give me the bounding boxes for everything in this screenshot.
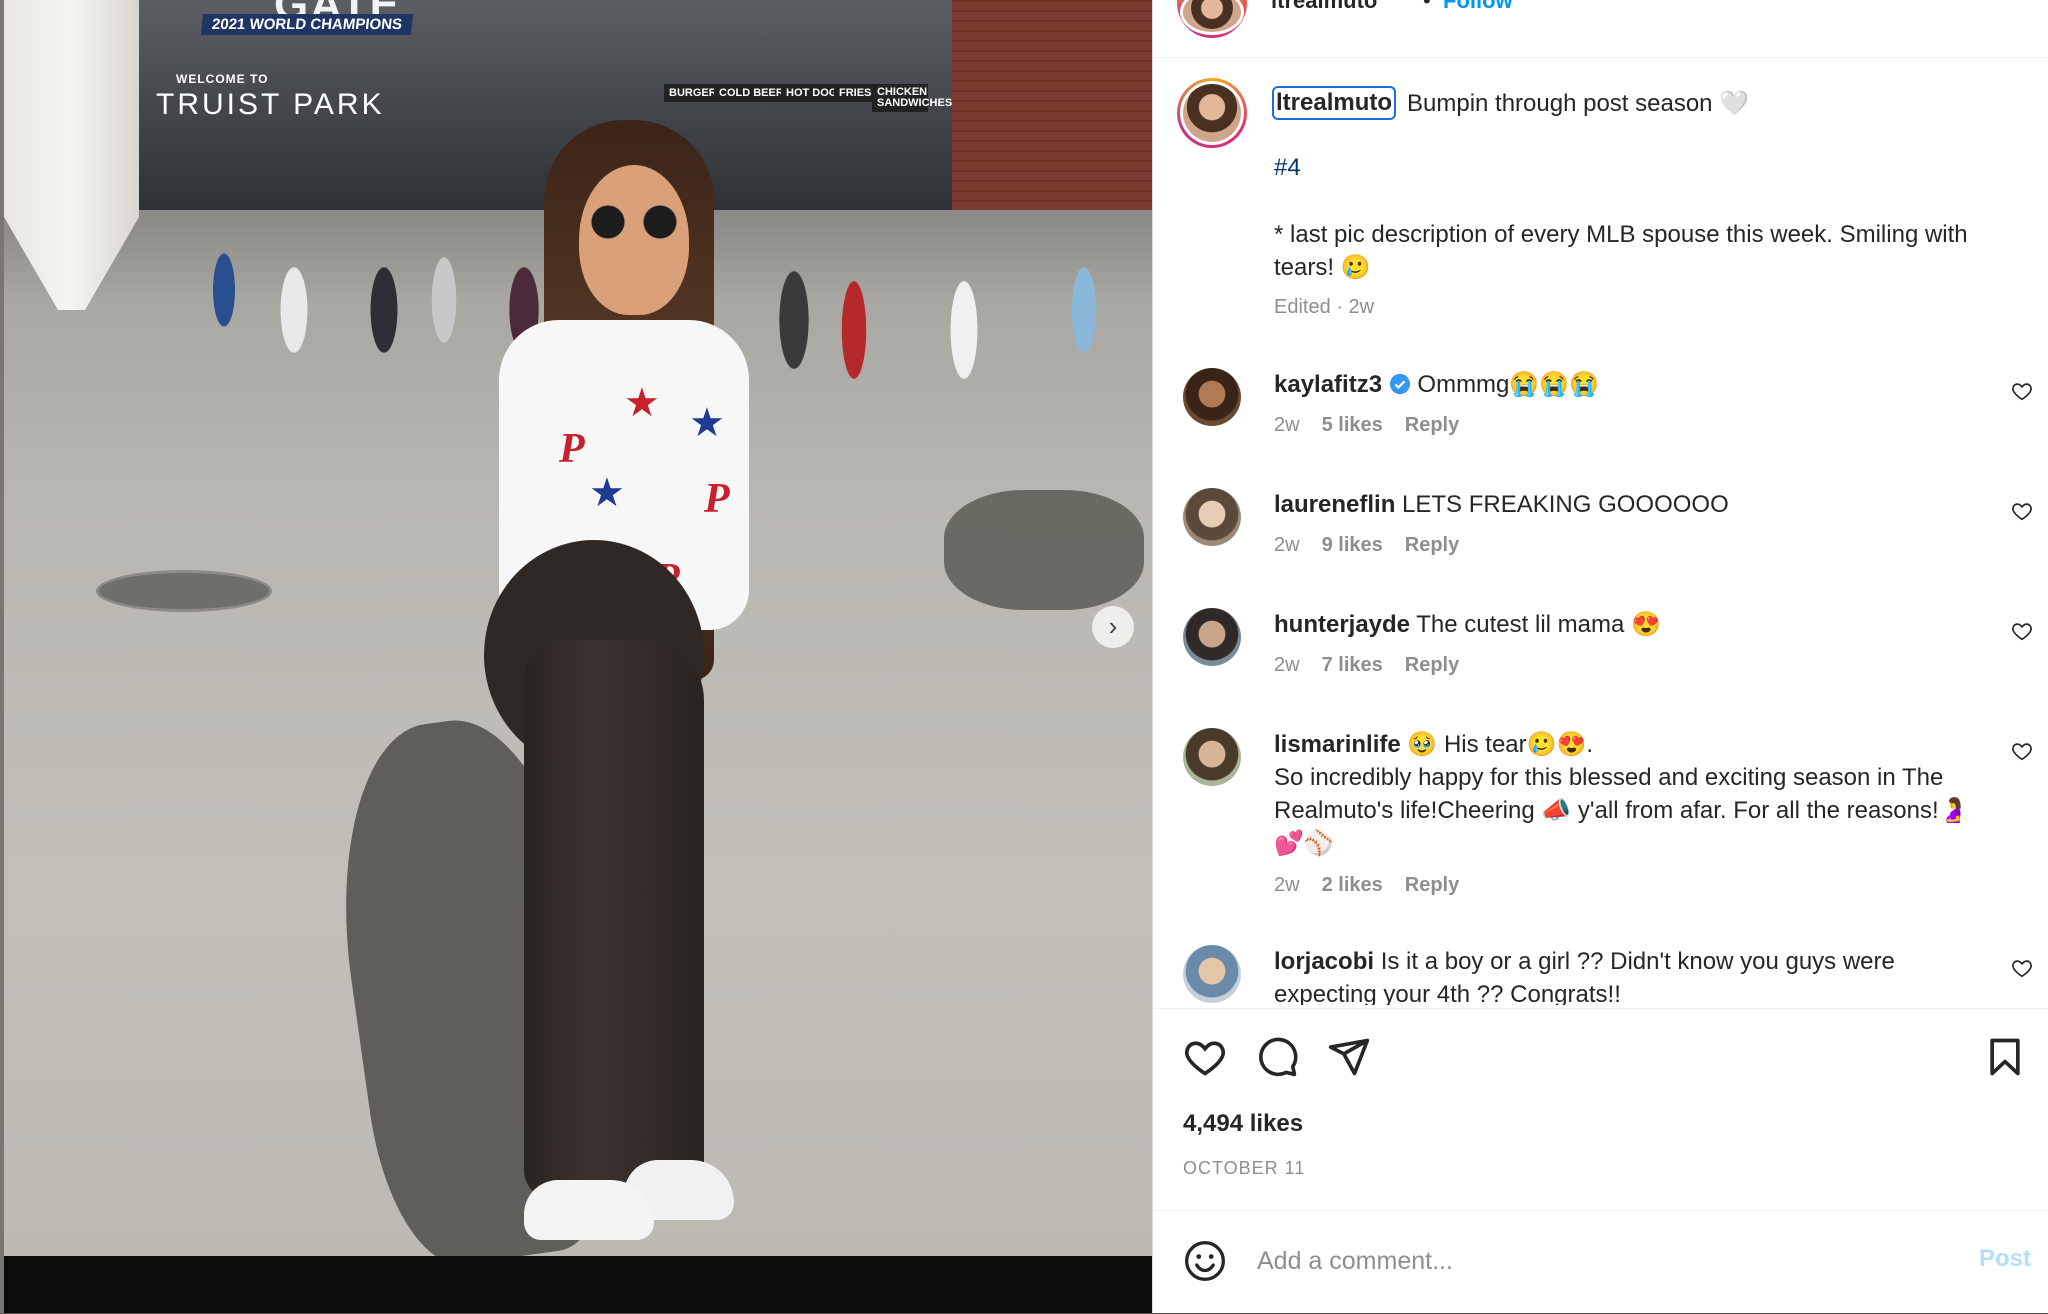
comment-like-icon[interactable] (2011, 620, 2033, 642)
chevron-right-icon: › (1108, 611, 1118, 641)
post-photo[interactable]: GATE 2021 WORLD CHAMPIONS WELCOME TO TRU… (4, 0, 1152, 1256)
shadow (944, 490, 1144, 610)
welcome-sign: WELCOME TO (176, 72, 269, 86)
emoji-icon[interactable] (1183, 1239, 1227, 1283)
reply-button[interactable]: Reply (1405, 534, 1459, 556)
shop-sign: CHICKEN SANDWICHES (872, 84, 952, 112)
verified-badge-icon (1389, 371, 1411, 398)
post-side-panel: ltrealmuto • Follow ··· ltrealmuto Bumpi… (1152, 0, 2048, 1313)
caption-username[interactable]: ltrealmuto (1271, 86, 1397, 120)
comment-likes[interactable]: 2 likes (1322, 874, 1383, 896)
comment-text: The cutest lil mama 😍 (1416, 611, 1661, 638)
send-icon[interactable] (1327, 1035, 1371, 1079)
post-comment-button[interactable]: Post (1979, 1245, 2031, 1273)
comment-content: lorjacobi Is it a boy or a girl ?? Didn'… (1274, 945, 1974, 1005)
more-options-icon[interactable]: ··· (2001, 0, 2032, 14)
comment-meta: 2w 7 likes Reply (1274, 654, 1481, 677)
comment-likes[interactable]: 7 likes (1322, 654, 1383, 676)
caption-hashtag[interactable]: #4 (1274, 154, 1301, 182)
comment-content: hunterjayde The cutest lil mama 😍 (1274, 608, 1974, 641)
comment-time: 2w (1274, 414, 1300, 436)
reply-button[interactable]: Reply (1405, 414, 1459, 436)
comment-meta: 2w 5 likes Reply (1274, 414, 1481, 437)
comment-content: kaylafitz3 Ommmg😭😭😭 (1274, 368, 1974, 401)
comment-meta: 2w 2 likes Reply (1274, 874, 1481, 897)
comment-like-icon[interactable] (2011, 740, 2033, 762)
separator-dot: • (1423, 0, 1431, 13)
tower-graphic (4, 0, 139, 310)
comment-likes[interactable]: 9 likes (1322, 534, 1383, 556)
heart-icon[interactable] (1183, 1035, 1227, 1079)
add-comment-input[interactable] (1255, 1237, 1899, 1285)
comment-time: 2w (1274, 534, 1300, 556)
sneaker (524, 1180, 654, 1240)
comment-avatar[interactable] (1183, 728, 1241, 786)
header-avatar[interactable] (1177, 0, 1247, 38)
comment-username[interactable]: lorjacobi (1274, 948, 1374, 975)
comment-avatar[interactable] (1183, 608, 1241, 666)
comments-list[interactable]: kaylafitz3 Ommmg😭😭😭 2w 5 likes Reply laure… (1153, 360, 2048, 1005)
comment-username[interactable]: laureneflin (1274, 491, 1395, 518)
leggings (524, 640, 704, 1200)
comment-text: Ommmg😭😭😭 (1417, 371, 1600, 398)
comment-like-icon[interactable] (2011, 380, 2033, 402)
comment-text: LETS FREAKING GOOOOOO (1402, 491, 1729, 518)
comment-avatar[interactable] (1183, 488, 1241, 546)
post-header: ltrealmuto • Follow ··· (1153, 0, 2048, 58)
header-username[interactable]: ltrealmuto (1271, 0, 1377, 14)
likes-count[interactable]: 4,494 likes (1183, 1110, 1303, 1138)
reply-button[interactable]: Reply (1405, 654, 1459, 676)
manhole-cover (96, 570, 272, 612)
comment-content: lismarinlife 🥹 His tear🥲😍. So incredibly… (1274, 728, 1974, 860)
comment-icon[interactable] (1255, 1035, 1299, 1079)
comment-time: 2w (1274, 654, 1300, 676)
comment-likes[interactable]: 5 likes (1322, 414, 1383, 436)
comment-username[interactable]: lismarinlife (1274, 731, 1401, 758)
comment-username[interactable]: kaylafitz3 (1274, 371, 1382, 398)
comment-avatar[interactable] (1183, 368, 1241, 426)
comment-content: laureneflin LETS FREAKING GOOOOOO (1274, 488, 1974, 521)
caption-avatar[interactable] (1177, 78, 1247, 148)
bookmark-icon[interactable] (1983, 1035, 2027, 1079)
caption-text: Bumpin through post season 🤍 (1407, 90, 1750, 117)
shop-sign: FRIES (834, 84, 877, 102)
comment-time: 2w (1274, 874, 1300, 896)
woman-figure: ★ ★ ★ P P P (464, 120, 784, 1256)
comment-like-icon[interactable] (2011, 500, 2033, 522)
sunglasses (586, 205, 682, 239)
champions-banner: 2021 WORLD CHAMPIONS (200, 14, 414, 35)
caption-meta: Edited · 2w (1274, 296, 1375, 318)
follow-button[interactable]: Follow (1443, 0, 1513, 14)
comment-username[interactable]: hunterjayde (1274, 611, 1410, 638)
park-name-sign: TRUIST PARK (156, 88, 385, 121)
post-date: OCTOBER 11 (1183, 1158, 1306, 1178)
add-comment-bar: Post (1153, 1210, 2048, 1314)
photo-bottom-bar (4, 1256, 1152, 1313)
comment-avatar[interactable] (1183, 945, 1241, 1003)
caption-body: * last pic description of every MLB spou… (1274, 221, 1968, 281)
action-bar (1153, 1008, 2048, 1089)
shop-sign: COLD BEER (714, 84, 789, 102)
comment-meta: 2w 9 likes Reply (1274, 534, 1481, 557)
next-photo-button[interactable]: › (1092, 606, 1134, 648)
reply-button[interactable]: Reply (1405, 874, 1459, 896)
comment-like-icon[interactable] (2011, 957, 2033, 979)
